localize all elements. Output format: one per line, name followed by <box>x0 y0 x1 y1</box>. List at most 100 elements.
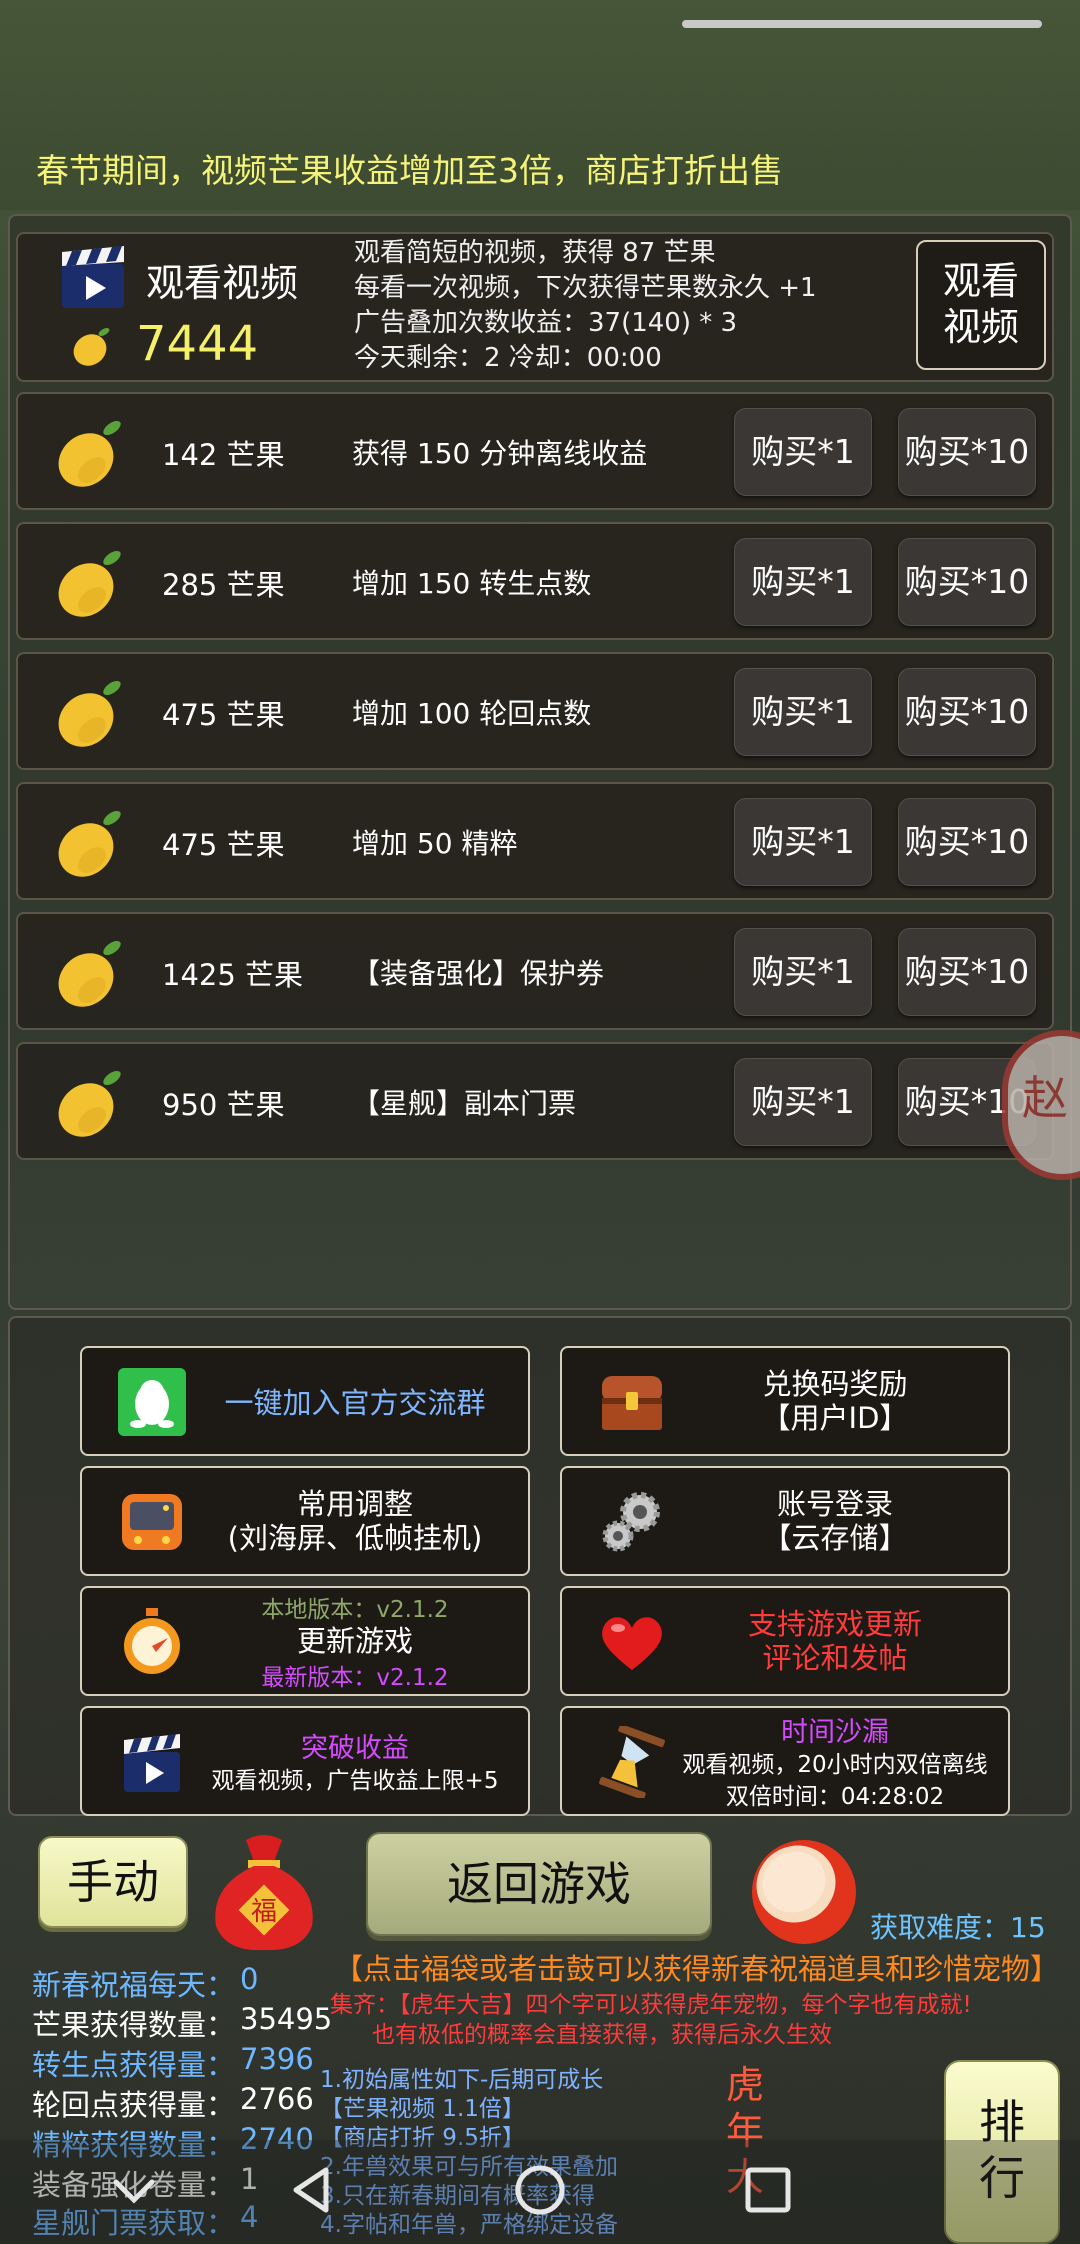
shop-row: 475 芒果 增加 50 精粹 购买*1 购买*10 <box>16 782 1054 900</box>
collect-hint-line2: 也有极低的概率会直接获得，获得后永久生效 <box>372 2022 832 2048</box>
video-description: 观看简短的视频，获得 87 芒果 每看一次视频，下次获得芒果数永久 +1 广告叠… <box>354 236 817 376</box>
item-price: 950 芒果 <box>162 1088 285 1122</box>
gesture-pill <box>682 20 1042 28</box>
item-effect: 增加 100 轮回点数 <box>352 697 592 730</box>
stat-label: 转生点获得量： <box>32 2048 236 2082</box>
stat-value: 2766 <box>240 2082 314 2116</box>
buy-10-button[interactable]: 购买*10 <box>898 668 1036 756</box>
common-settings-button[interactable]: 常用调整 (刘海屏、低帧挂机) <box>80 1466 530 1576</box>
collect-hint-line1: 集齐：【虎年大吉】四个字可以获得虎年宠物，每个字也有成就! <box>330 1992 972 2018</box>
mango-icon <box>58 810 121 877</box>
back-icon[interactable] <box>282 2160 342 2220</box>
mango-icon <box>58 680 121 747</box>
watch-video-title: 观看视频 <box>146 261 299 305</box>
chevron-down-icon[interactable] <box>104 2160 164 2220</box>
hourglass-button[interactable]: 时间沙漏 观看视频，20小时内双倍离线 双倍时间：04:28:02 <box>560 1706 1010 1816</box>
join-group-button[interactable]: 一键加入官方交流群 <box>80 1346 530 1456</box>
buy-1-button[interactable]: 购买*1 <box>734 928 872 1016</box>
stat-row: 轮回点获得量： 2766 <box>32 2082 314 2124</box>
item-effect: 获得 150 分钟离线收益 <box>352 437 648 470</box>
watch-video-button-line2: 视频 <box>942 305 1019 349</box>
buy-1-button[interactable]: 购买*1 <box>734 798 872 886</box>
buy-10-button[interactable]: 购买*10 <box>898 408 1036 496</box>
bag-char: 福 <box>251 1897 277 1927</box>
local-version: 本地版本：v2.1.2 <box>261 1597 449 1623</box>
stat-label: 新春祝福每天： <box>32 1968 236 2002</box>
settings-title: 常用调整 <box>296 1487 413 1521</box>
mango-total: 7444 <box>136 316 259 372</box>
mango-icon <box>73 328 110 366</box>
mango-icon <box>58 1070 121 1137</box>
shop-row: 475 芒果 增加 100 轮回点数 购买*1 购买*10 <box>16 652 1054 770</box>
gamepad-device-icon <box>122 1494 182 1550</box>
account-login-button[interactable]: 账号登录 【云存储】 <box>560 1466 1010 1576</box>
announcement-text: 春节期间，视频芒果收益增加至3倍，商店打折出售 <box>36 151 783 190</box>
stat-value: 35495 <box>240 2002 333 2036</box>
video-stack-line: 广告叠加次数收益：37(140) * 3 <box>354 308 738 338</box>
shop-row: 142 芒果 获得 150 分钟离线收益 购买*1 购买*10 <box>16 392 1054 510</box>
buy-10-button[interactable]: 购买*10 <box>898 798 1036 886</box>
buy-1-button[interactable]: 购买*1 <box>734 668 872 756</box>
video-reward-line: 观看简短的视频，获得 87 芒果 <box>354 238 716 268</box>
tiger-char: 虎 <box>725 2063 764 2107</box>
support-game-button[interactable]: 支持游戏更新 评论和发帖 <box>560 1586 1010 1696</box>
item-price: 285 芒果 <box>162 568 285 602</box>
buy-10-button[interactable]: 购买*10 <box>898 928 1036 1016</box>
drum-icon[interactable] <box>748 1836 860 1948</box>
item-effect: 增加 50 精粹 <box>352 827 518 860</box>
rule-line: 1.初始属性如下-后期可成长 <box>320 2067 604 2093</box>
stat-label: 轮回点获得量： <box>32 2088 236 2122</box>
breakthrough-button[interactable]: 突破收益 观看视频，广告收益上限+5 <box>80 1706 530 1816</box>
treasure-chest-icon <box>602 1376 662 1430</box>
gears-icon <box>602 1492 660 1552</box>
recent-apps-icon[interactable] <box>738 2160 798 2220</box>
breakthrough-desc: 观看视频，广告收益上限+5 <box>211 1767 499 1794</box>
difficulty-label: 获取难度：15 <box>870 1911 1046 1944</box>
system-navigation-bar <box>0 2140 1080 2244</box>
breakthrough-title: 突破收益 <box>301 1732 409 1764</box>
hourglass-desc: 观看视频，20小时内双倍离线 <box>682 1751 988 1778</box>
fortune-bag-icon[interactable]: 福 <box>206 1830 322 1952</box>
stat-value: 7396 <box>240 2042 314 2076</box>
item-price: 475 芒果 <box>162 828 285 862</box>
video-remaining-line: 今天剩余：2 冷却：00:00 <box>354 343 662 373</box>
stat-row: 新春祝福每天： 0 <box>32 1962 258 2004</box>
update-game-button[interactable]: 本地版本：v2.1.2 更新游戏 最新版本：v2.1.2 <box>80 1586 530 1696</box>
video-bonus-line: 每看一次视频，下次获得芒果数永久 +1 <box>354 273 817 303</box>
buy-1-button[interactable]: 购买*1 <box>734 408 872 496</box>
support-subtitle: 评论和发帖 <box>762 1641 908 1675</box>
buy-1-button[interactable]: 购买*1 <box>734 538 872 626</box>
buy-10-button[interactable]: 购买*10 <box>898 538 1036 626</box>
hourglass-icon <box>599 1726 665 1798</box>
stat-label: 芒果获得数量： <box>32 2008 236 2042</box>
stat-row: 转生点获得量： 7396 <box>32 2042 314 2084</box>
item-effect: 【装备强化】保护券 <box>352 957 605 990</box>
join-group-label: 一键加入官方交流群 <box>224 1386 486 1420</box>
rule-line: 【芒果视频 1.1倍】 <box>320 2096 525 2122</box>
item-effect: 【星舰】副本门票 <box>352 1087 577 1120</box>
item-price: 142 芒果 <box>162 438 285 472</box>
redeem-code-button[interactable]: 兑换码奖励 【用户ID】 <box>560 1346 1010 1456</box>
update-title: 更新游戏 <box>296 1624 413 1658</box>
clapperboard-icon <box>124 1734 180 1792</box>
home-icon[interactable] <box>510 2160 570 2220</box>
login-title: 账号登录 <box>776 1487 893 1521</box>
mango-icon <box>58 420 121 487</box>
mango-icon <box>58 550 121 617</box>
watch-video-button[interactable]: 观看 视频 <box>916 240 1046 370</box>
stat-row: 芒果获得数量： 35495 <box>32 2002 332 2044</box>
return-to-game-button[interactable]: 返回游戏 <box>366 1832 712 1936</box>
qq-penguin-icon <box>118 1368 186 1436</box>
redeem-subtitle: 【用户ID】 <box>761 1401 909 1435</box>
collect-hint: 集齐：【虎年大吉】四个字可以获得虎年宠物，每个字也有成就! 也有极低的概率会直接… <box>330 1990 1060 2050</box>
login-subtitle: 【云存储】 <box>762 1521 908 1555</box>
item-effect: 增加 150 转生点数 <box>352 567 592 600</box>
shop-row: 950 芒果 【星舰】副本门票 购买*1 购买*10 <box>16 1042 1054 1160</box>
support-title: 支持游戏更新 <box>747 1607 922 1641</box>
heart-icon <box>602 1617 662 1670</box>
buy-1-button[interactable]: 购买*1 <box>734 1058 872 1146</box>
manual-mode-button[interactable]: 手动 <box>38 1836 188 1928</box>
mango-icon <box>58 940 121 1007</box>
shop-row: 285 芒果 增加 150 转生点数 购买*1 购买*10 <box>16 522 1054 640</box>
item-price: 1425 芒果 <box>162 958 304 992</box>
